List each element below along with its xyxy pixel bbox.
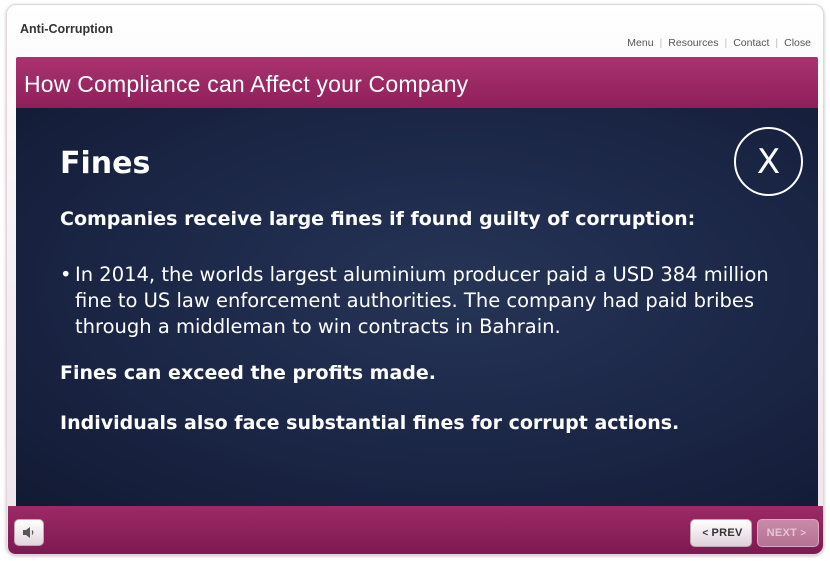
- bottom-nav-bar: < PREV NEXT >: [8, 506, 823, 554]
- section-heading: Fines: [60, 146, 151, 181]
- next-button[interactable]: NEXT >: [757, 519, 819, 547]
- next-label: NEXT: [766, 527, 798, 539]
- speaker-icon: [23, 527, 34, 538]
- menu-link[interactable]: Menu: [621, 37, 659, 49]
- lead-statement: Companies receive large fines if found g…: [60, 208, 696, 230]
- statement-individuals: Individuals also face substantial fines …: [60, 412, 680, 434]
- statement-profits: Fines can exceed the profits made.: [60, 362, 436, 384]
- close-slide-button[interactable]: X: [734, 127, 803, 196]
- contact-link[interactable]: Contact: [727, 37, 775, 49]
- bullet-item: • In 2014, the worlds largest aluminium …: [60, 262, 780, 340]
- audio-button[interactable]: [14, 519, 44, 546]
- app-title: Anti-Corruption: [20, 22, 114, 36]
- slide-title: How Compliance can Affect your Company: [24, 71, 469, 97]
- top-nav: Menu | Resources | Contact | Close: [621, 37, 811, 49]
- close-link[interactable]: Close: [778, 37, 811, 49]
- chevron-left-icon: <: [702, 527, 709, 539]
- slide-title-bar: How Compliance can Affect your Company: [16, 57, 818, 108]
- chevron-right-icon: >: [800, 527, 807, 539]
- close-icon: X: [756, 141, 781, 182]
- resources-link[interactable]: Resources: [662, 37, 724, 49]
- prev-label: PREV: [711, 527, 743, 539]
- bullet-marker: •: [60, 263, 72, 286]
- bullet-text: In 2014, the worlds largest aluminium pr…: [75, 263, 769, 338]
- course-window: Anti-Corruption Menu | Resources | Conta…: [6, 4, 824, 555]
- prev-button[interactable]: < PREV: [690, 519, 752, 547]
- slide-content: Fines X Companies receive large fines if…: [16, 108, 818, 506]
